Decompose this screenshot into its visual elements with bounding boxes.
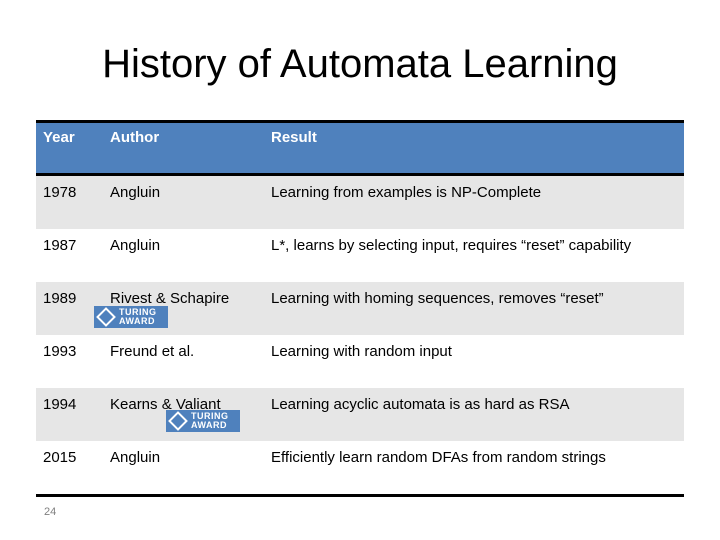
history-table: Year Author Result 1978 Angluin Learning…: [36, 120, 684, 497]
acm-diamond-icon: [96, 307, 116, 327]
cell-result: Learning from examples is NP-Complete: [271, 184, 542, 201]
page-number: 24: [44, 506, 57, 518]
table-row: 1989 Rivest & Schapire TURING AWARD Learn…: [36, 282, 684, 335]
header-result: Result: [271, 129, 317, 146]
table-row: 2015 Angluin Efficiently learn random DF…: [36, 441, 684, 497]
cell-author: Rivest & Schapire: [110, 290, 230, 307]
cell-author: Angluin: [110, 237, 161, 254]
cell-author: Angluin: [110, 184, 161, 201]
cell-result: Learning with homing sequences, removes …: [271, 290, 604, 307]
table-row: 1987 Angluin L*, learns by selecting inp…: [36, 229, 684, 282]
turing-award-badge: TURING AWARD: [166, 410, 240, 432]
cell-year: 1978: [43, 184, 77, 201]
table-row: 1993 Freund et al. Learning with random …: [36, 335, 684, 388]
slide-title: History of Automata Learning: [102, 42, 618, 86]
acm-diamond-icon: [168, 411, 188, 431]
table-row: 1978 Angluin Learning from examples is N…: [36, 176, 684, 229]
table-row: 1994 Kearns & Valiant TURING AWARD Learni…: [36, 388, 684, 441]
table-header: Year Author Result: [36, 120, 684, 176]
header-year: Year: [43, 129, 75, 146]
cell-year: 2015: [43, 449, 77, 466]
cell-author: Angluin: [110, 449, 161, 466]
cell-result: Efficiently learn random DFAs from rando…: [271, 449, 606, 466]
turing-award-badge: TURING AWARD: [94, 306, 168, 328]
cell-author: Freund et al.: [110, 343, 195, 360]
cell-result: Learning with random input: [271, 343, 452, 360]
cell-year: 1993: [43, 343, 77, 360]
cell-year: 1987: [43, 237, 77, 254]
cell-year: 1989: [43, 290, 77, 307]
cell-result: Learning acyclic automata is as hard as …: [271, 396, 570, 413]
cell-result: L*, learns by selecting input, requires …: [271, 237, 632, 254]
header-author: Author: [110, 129, 160, 146]
cell-year: 1994: [43, 396, 77, 413]
